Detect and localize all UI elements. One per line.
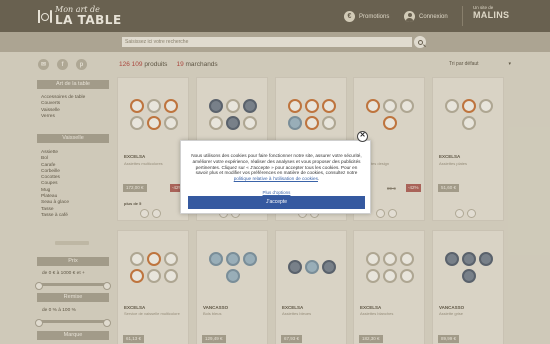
cookie-policy-link[interactable]: politique relative à l'utilisation de co… — [234, 176, 318, 181]
cookie-message: Nous utilisons des cookies pour faire fo… — [191, 153, 362, 182]
accept-button[interactable]: J'accepte — [188, 196, 365, 209]
cookie-text: Nous utilisons des cookies pour faire fo… — [191, 153, 362, 176]
more-options-link[interactable]: Plus d'options — [181, 190, 372, 195]
close-icon[interactable]: ✕ — [357, 131, 368, 142]
cookie-consent-dialog: Nous utilisons des cookies pour faire fo… — [180, 140, 371, 214]
